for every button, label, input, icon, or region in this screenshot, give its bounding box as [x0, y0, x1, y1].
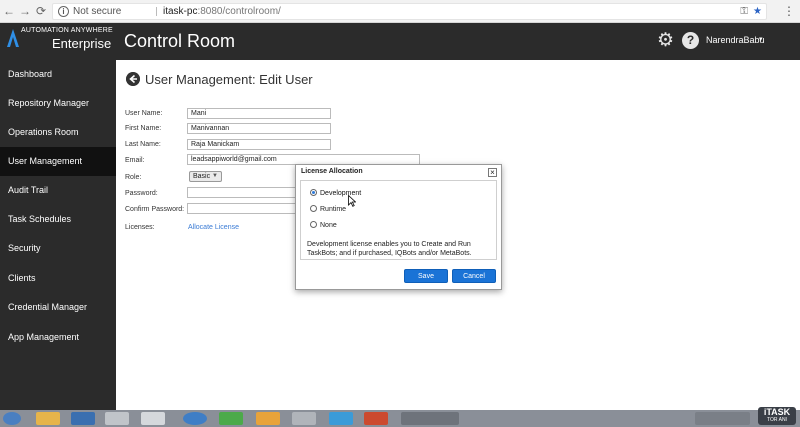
radio-checked-icon[interactable] [310, 189, 317, 196]
user-name-field[interactable]: Mani [187, 108, 331, 119]
key-icon[interactable]: ⚿ [740, 6, 748, 17]
password-label: Password: [125, 190, 158, 197]
last-name-label: Last Name: [125, 141, 161, 148]
radio-none[interactable]: None [310, 221, 337, 229]
email-label: Email: [125, 157, 145, 164]
page-title: User Management: Edit User [145, 72, 313, 87]
taskbar-app-icon[interactable] [141, 412, 165, 425]
save-button[interactable]: Save [404, 269, 448, 283]
taskbar-app-icon[interactable] [401, 412, 459, 425]
dialog-title: License Allocation [301, 168, 363, 175]
sidebar-item-operations-room[interactable]: Operations Room [0, 118, 116, 147]
radio-none-label: None [320, 222, 337, 229]
taskbar-app-icon[interactable] [71, 412, 95, 425]
first-name-label: First Name: [125, 125, 162, 132]
taskbar-app-icon[interactable] [292, 412, 316, 425]
sidebar-item-task-schedules[interactable]: Task Schedules [0, 205, 116, 234]
role-select[interactable]: Basic ▼ [189, 171, 222, 182]
address-icons: ⚿ ★ [740, 4, 762, 19]
windows-taskbar [0, 410, 800, 427]
address-bar[interactable]: i Not secure itask-pc:8080/controlroom/ … [52, 3, 767, 20]
sidebar: Dashboard Repository Manager Operations … [0, 60, 116, 410]
user-menu[interactable]: NarendraBabu [706, 35, 765, 45]
radio-runtime[interactable]: Runtime [310, 205, 346, 213]
sidebar-item-clients[interactable]: Clients [0, 264, 116, 293]
close-icon[interactable]: × [488, 168, 497, 177]
forward-arrow-icon[interactable]: → [18, 4, 32, 18]
url-text: itask-pc:8080/controlroom/ [163, 6, 281, 17]
taskbar-app-icon[interactable] [105, 412, 129, 425]
app-title: Control Room [124, 31, 236, 51]
info-icon[interactable]: i [58, 6, 69, 17]
radio-unchecked-icon[interactable] [310, 205, 317, 212]
license-allocation-dialog: License Allocation × Development Runtime… [295, 164, 502, 290]
license-description: Development license enables you to Creat… [307, 241, 472, 257]
mouse-cursor-icon [348, 195, 356, 207]
help-icon[interactable]: ? [682, 32, 699, 49]
taskbar-app-icon[interactable] [219, 412, 243, 425]
user-caret-icon[interactable]: ▾ [759, 35, 763, 43]
sidebar-item-dashboard[interactable]: Dashboard [0, 60, 116, 89]
chevron-down-icon: ▼ [212, 173, 218, 179]
radio-unchecked-icon[interactable] [310, 221, 317, 228]
address-separator [156, 7, 157, 16]
user-name-label: User Name: [125, 110, 163, 117]
sidebar-item-security[interactable]: Security [0, 234, 116, 263]
start-button-icon[interactable] [3, 412, 21, 425]
cancel-button[interactable]: Cancel [452, 269, 496, 283]
sidebar-item-user-management[interactable]: User Management [0, 147, 116, 176]
sidebar-item-audit-trail[interactable]: Audit Trail [0, 176, 116, 205]
app-header: AUTOMATION ANYWHERE Enterprise Control R… [0, 23, 800, 60]
chrome-icon[interactable] [183, 412, 207, 425]
sidebar-item-credential-manager[interactable]: Credential Manager [0, 293, 116, 322]
sidebar-item-repository-manager[interactable]: Repository Manager [0, 89, 116, 118]
browser-menu-icon[interactable]: ⋮ [783, 4, 795, 18]
allocate-license-link[interactable]: Allocate License [188, 224, 239, 231]
taskbar-app-icon[interactable] [329, 412, 353, 425]
explorer-icon[interactable] [36, 412, 60, 425]
logo-text-top: AUTOMATION ANYWHERE [21, 27, 113, 34]
logo-text-bottom: Enterprise [52, 36, 112, 51]
first-name-field[interactable]: Manivannan [187, 123, 331, 134]
powerpoint-icon[interactable] [364, 412, 388, 425]
security-label: Not secure [73, 6, 122, 17]
browser-toolbar: ← → ⟳ i Not secure itask-pc:8080/control… [0, 0, 800, 23]
automation-anywhere-logo-icon [7, 29, 19, 47]
licenses-label: Licenses: [125, 224, 155, 231]
system-tray[interactable] [695, 412, 750, 425]
reload-icon[interactable]: ⟳ [34, 4, 48, 18]
confirm-password-label: Confirm Password: [125, 206, 185, 213]
sidebar-item-app-management[interactable]: App Management [0, 323, 116, 352]
itask-watermark-logo: iTASK TOR ANI [758, 407, 796, 425]
back-arrow-icon[interactable]: ← [2, 4, 16, 18]
settings-gear-icon[interactable]: ⚙ [657, 31, 674, 50]
taskbar-app-icon[interactable] [256, 412, 280, 425]
radio-runtime-label: Runtime [320, 206, 347, 213]
bookmark-star-icon[interactable]: ★ [753, 6, 762, 17]
last-name-field[interactable]: Raja Manickam [187, 139, 331, 150]
role-label: Role: [125, 174, 142, 181]
role-value: Basic [193, 173, 211, 180]
back-circle-icon[interactable] [126, 72, 140, 86]
